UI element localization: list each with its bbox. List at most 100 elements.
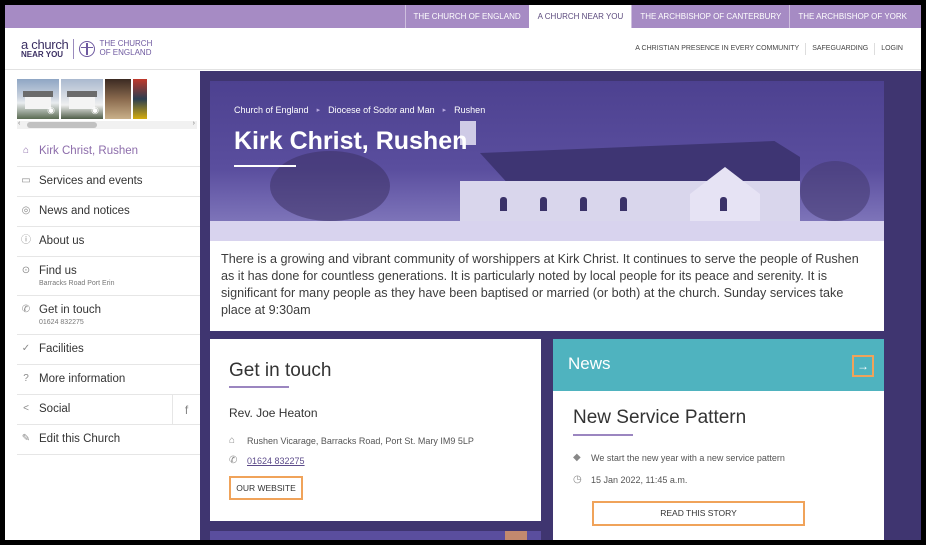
page-frame: THE CHURCH OF ENGLAND A CHURCH NEAR YOU … bbox=[0, 0, 926, 545]
hero-ground bbox=[210, 221, 884, 241]
top-bar: THE CHURCH OF ENGLAND A CHURCH NEAR YOU … bbox=[5, 5, 921, 28]
hero-tree-right bbox=[800, 161, 870, 221]
coe-logo-line2: OF ENGLAND bbox=[99, 47, 152, 57]
sidebar-item-kirk-christ[interactable]: ⌂ Kirk Christ, Rushen bbox=[17, 137, 208, 167]
top-link-archbishop-canterbury[interactable]: THE ARCHBISHOP OF CANTERBURY bbox=[631, 5, 789, 28]
sidebar-item-news[interactable]: ◎ News and notices bbox=[17, 197, 200, 227]
story-date-line: ◷ 15 Jan 2022, 11:45 a.m. bbox=[573, 474, 687, 485]
arrow-right-icon[interactable]: → bbox=[852, 355, 874, 377]
facebook-icon[interactable]: f bbox=[172, 395, 200, 424]
gallery-photo[interactable]: ◉ bbox=[61, 79, 103, 119]
hero-window bbox=[580, 197, 587, 211]
sidebar-item-label: About us bbox=[39, 235, 85, 247]
sidebar-item-label: Find us bbox=[39, 265, 77, 277]
question-icon: ? bbox=[23, 373, 29, 384]
sidebar-item-label: More information bbox=[39, 373, 126, 385]
news-card: News → New Service Pattern ◆ We start th… bbox=[553, 339, 884, 540]
acny-logo-line2: NEAR YOU bbox=[21, 50, 64, 59]
eye-icon: ◉ bbox=[47, 105, 55, 115]
breadcrumb-rushen[interactable]: Rushen bbox=[454, 105, 485, 115]
phone-icon: ✆ bbox=[21, 304, 31, 315]
breadcrumb: Church of England ▸ Diocese of Sodor and… bbox=[234, 105, 485, 115]
scroll-right-icon[interactable]: › bbox=[193, 120, 195, 127]
top-bar-links: THE CHURCH OF ENGLAND A CHURCH NEAR YOU … bbox=[404, 5, 915, 28]
site-logo[interactable]: a church NEAR YOU THE CHURCH OF ENGLAND bbox=[21, 38, 152, 59]
read-this-story-button[interactable]: READ THIS STORY bbox=[592, 501, 805, 526]
get-in-touch-card: Get in touch Rev. Joe Heaton ⌂ Rushen Vi… bbox=[210, 339, 541, 521]
diamond-icon: ◆ bbox=[573, 452, 581, 463]
top-link-church-of-england[interactable]: THE CHURCH OF ENGLAND bbox=[404, 5, 529, 28]
story-summary-line: ◆ We start the new year with a new servi… bbox=[573, 452, 785, 463]
sidebar-nav: ⌂ Kirk Christ, Rushen ▭ Services and eve… bbox=[17, 137, 208, 455]
hero-window bbox=[540, 197, 547, 211]
header-link-login[interactable]: LOGIN bbox=[874, 43, 909, 55]
title-underline bbox=[234, 165, 296, 167]
story-underline bbox=[573, 434, 633, 436]
breadcrumb-separator-icon: ▸ bbox=[442, 107, 447, 114]
gallery-scrollbar[interactable]: ‹ › bbox=[17, 120, 197, 129]
news-story-summary: We start the new year with a new service… bbox=[591, 452, 785, 463]
address-line: ⌂ Rushen Vicarage, Barracks Road, Port S… bbox=[229, 435, 474, 446]
breadcrumb-diocese[interactable]: Diocese of Sodor and Man bbox=[328, 105, 435, 115]
sidebar-item-label: Services and events bbox=[39, 175, 143, 187]
calendar-icon: ▭ bbox=[21, 175, 31, 186]
sidebar-item-facilities[interactable]: ✓ Facilities bbox=[17, 335, 200, 365]
card-underline bbox=[229, 386, 289, 388]
sidebar-item-sublabel: Barracks Road Port Erin bbox=[39, 280, 115, 287]
header-link-christian-presence[interactable]: A CHRISTIAN PRESENCE IN EVERY COMMUNITY bbox=[629, 43, 805, 55]
phone-line: ✆ 01624 832275 bbox=[229, 455, 305, 466]
contact-address: Rushen Vicarage, Barracks Road, Port St.… bbox=[247, 435, 474, 446]
hero-window bbox=[500, 197, 507, 211]
news-story-date: 15 Jan 2022, 11:45 a.m. bbox=[591, 474, 688, 485]
sidebar-item-edit[interactable]: ✎ Edit this Church bbox=[17, 425, 200, 455]
compass-icon: ⊙ bbox=[21, 265, 31, 276]
gallery-photo[interactable] bbox=[105, 79, 131, 119]
our-website-button[interactable]: OUR WEBSITE bbox=[229, 476, 303, 500]
hero-window bbox=[620, 197, 627, 211]
sidebar-item-about[interactable]: ⓘ About us bbox=[17, 227, 200, 257]
sidebar-item-label: Kirk Christ, Rushen bbox=[39, 145, 139, 157]
coe-logo: THE CHURCH OF ENGLAND bbox=[79, 39, 152, 57]
sidebar-item-services[interactable]: ▭ Services and events bbox=[17, 167, 200, 197]
pencil-icon: ✎ bbox=[21, 433, 31, 444]
breadcrumb-church-of-england[interactable]: Church of England bbox=[234, 105, 309, 115]
next-card-tab bbox=[505, 531, 527, 540]
sidebar-item-more-info[interactable]: ? More information bbox=[17, 365, 200, 395]
page-title: Kirk Christ, Rushen bbox=[234, 127, 468, 155]
hero-banner: Church of England ▸ Diocese of Sodor and… bbox=[210, 81, 884, 241]
gallery-photo[interactable]: ◉ bbox=[17, 79, 59, 119]
clock-icon: ◷ bbox=[573, 474, 582, 485]
sidebar-item-get-in-touch[interactable]: ✆ Get in touch 01624 832275 bbox=[17, 296, 200, 335]
get-in-touch-title: Get in touch bbox=[229, 360, 332, 381]
sidebar-item-find-us[interactable]: ⊙ Find us Barracks Road Port Erin bbox=[17, 257, 200, 296]
sidebar-item-social[interactable]: < Social f bbox=[17, 395, 200, 425]
main-content: Church of England ▸ Diocese of Sodor and… bbox=[200, 71, 921, 540]
phone-icon: ✆ bbox=[229, 455, 238, 466]
coe-logo-text: THE CHURCH OF ENGLAND bbox=[99, 39, 152, 57]
top-link-a-church-near-you[interactable]: A CHURCH NEAR YOU bbox=[528, 5, 632, 28]
header-links: A CHRISTIAN PRESENCE IN EVERY COMMUNITY … bbox=[629, 28, 909, 70]
gallery-photo[interactable] bbox=[133, 79, 147, 119]
header-link-safeguarding[interactable]: SAFEGUARDING bbox=[805, 43, 874, 55]
top-link-archbishop-york[interactable]: THE ARCHBISHOP OF YORK bbox=[789, 5, 915, 28]
site-header: a church NEAR YOU THE CHURCH OF ENGLAND … bbox=[5, 28, 921, 70]
breadcrumb-separator-icon: ▸ bbox=[316, 107, 321, 114]
contact-phone-link[interactable]: 01624 832275 bbox=[247, 456, 305, 466]
eye-icon: ◉ bbox=[91, 105, 99, 115]
check-circle-icon: ✓ bbox=[21, 343, 31, 354]
news-heading: News bbox=[568, 354, 611, 373]
hero-church-roof bbox=[480, 141, 800, 181]
intro-text: There is a growing and vibrant community… bbox=[210, 241, 884, 331]
sidebar-item-sublabel: 01624 832275 bbox=[39, 319, 84, 326]
acny-logo: a church NEAR YOU bbox=[21, 38, 69, 59]
scrollbar-thumb[interactable] bbox=[27, 122, 97, 128]
scroll-left-icon[interactable]: ‹ bbox=[18, 120, 20, 127]
hero-window bbox=[720, 197, 727, 211]
broadcast-icon: ◎ bbox=[21, 205, 31, 216]
sidebar-item-label: Facilities bbox=[39, 343, 84, 355]
sidebar: ◉ ◉ ‹ › ⌂ Kirk Christ, Rushen ▭ Services… bbox=[5, 71, 208, 540]
news-story-title[interactable]: New Service Pattern bbox=[573, 407, 746, 429]
home-icon: ⌂ bbox=[22, 145, 30, 156]
contact-name: Rev. Joe Heaton bbox=[229, 406, 318, 420]
sidebar-item-label: Get in touch bbox=[39, 304, 102, 316]
